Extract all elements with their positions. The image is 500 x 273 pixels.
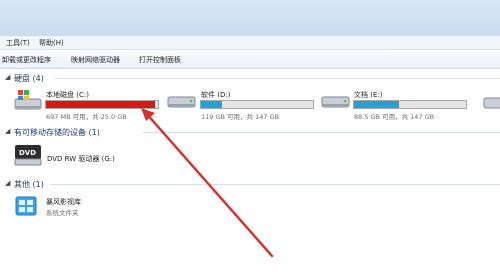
- annotation-arrow: [141, 108, 274, 258]
- arrow-line: [143, 110, 274, 258]
- arrow-head: [141, 108, 155, 121]
